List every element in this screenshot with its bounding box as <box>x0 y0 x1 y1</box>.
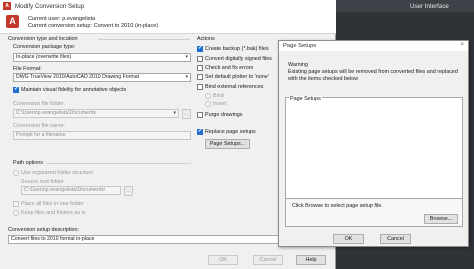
maintain-visual-fidelity-label: Maintain visual fidelity for annotative … <box>21 87 127 93</box>
check-fix-errors-label: Check and fix errors <box>205 65 254 71</box>
cancel-button[interactable]: Cancel <box>253 255 283 265</box>
file-format-label: File Format: <box>13 66 42 72</box>
maintain-visual-fidelity-checkbox[interactable] <box>13 86 19 93</box>
package-type-label: Conversion package type: <box>13 44 76 50</box>
current-setup-text: Current conversion setup: Convert to 201… <box>28 23 159 29</box>
group-divider <box>46 163 191 164</box>
keep-files-label: Keep files and folders as is <box>21 210 86 216</box>
convert-signed-checkbox[interactable] <box>197 56 203 62</box>
group-divider <box>98 39 190 40</box>
current-user-text: Current user: p.evangelista <box>28 16 96 22</box>
replace-page-setups-label: Replace page setups <box>205 129 256 135</box>
set-default-plotter-checkbox[interactable] <box>197 74 203 80</box>
package-type-select[interactable]: In-place (overwrite files) ▾ <box>13 53 191 62</box>
ok-button[interactable]: OK <box>208 255 238 265</box>
app-window-title: User Interface <box>410 3 449 10</box>
page-setups-list-header: Page Setups <box>289 96 322 102</box>
warning-box: Warning Existing page setups will be rem… <box>285 58 463 88</box>
page-setups-list[interactable]: Page Setups <box>285 96 463 199</box>
package-type-value: In-place (overwrite files) <box>16 54 72 60</box>
page-setups-ok-button[interactable]: OK <box>333 234 364 244</box>
source-root-value: C:\Users\p.evangelista\Documents\ <box>24 187 106 193</box>
path-options-group-title: Path options <box>13 160 43 166</box>
dropdown-arrow-icon: ▾ <box>185 54 188 60</box>
description-label: Conversion setup description: <box>8 227 80 233</box>
dialog-titlebar: A Modify Conversion Setup <box>0 0 336 12</box>
page-setups-titlebar: Page Setups × <box>279 41 468 51</box>
conversion-logo-icon: A <box>6 15 19 28</box>
dialog-title: Modify Conversion Setup <box>15 3 85 10</box>
browse-source-root-button[interactable]: ... <box>124 186 133 196</box>
place-all-files-checkbox[interactable] <box>13 201 19 207</box>
close-icon[interactable]: × <box>460 42 464 48</box>
browse-button[interactable]: Browse... <box>424 214 458 224</box>
file-format-select[interactable]: DWG TrueView 2010/AutoCAD 2010 Drawing F… <box>13 73 191 82</box>
source-root-label: Source root folder <box>21 179 64 185</box>
warning-title: Warning <box>288 62 308 68</box>
use-organized-label: Use organized folder structure <box>21 170 94 176</box>
help-button[interactable]: Help <box>296 255 326 265</box>
source-root-field[interactable]: C:\Users\p.evangelista\Documents\ <box>21 186 121 195</box>
replace-page-setups-checkbox[interactable] <box>197 128 203 135</box>
browse-folder-button[interactable]: ... <box>182 109 191 119</box>
app-top-bar <box>330 0 474 12</box>
conversion-type-group-title: Conversion type and location <box>8 36 78 42</box>
actions-group-title: Actions <box>197 36 215 42</box>
bind-xrefs-checkbox[interactable] <box>197 84 203 90</box>
file-format-value: DWG TrueView 2010/AutoCAD 2010 Drawing F… <box>16 74 140 80</box>
app-logo-icon: A <box>3 2 11 10</box>
bind-radio[interactable] <box>205 93 211 99</box>
page-setups-cancel-button[interactable]: Cancel <box>380 234 411 244</box>
dropdown-arrow-icon: ▾ <box>173 110 176 116</box>
bind-label: Bind <box>213 93 224 99</box>
page-setups-button[interactable]: Page Setups... <box>205 139 250 149</box>
purge-drawings-checkbox[interactable] <box>197 112 203 118</box>
description-value: Convert files to 2010 format in-place <box>11 236 95 242</box>
keep-files-radio[interactable] <box>13 210 19 216</box>
create-backup-checkbox[interactable] <box>197 45 203 52</box>
warning-text-line-1: Existing page setups will be removed fro… <box>288 69 458 75</box>
convert-signed-label: Convert digitally signed files <box>205 56 272 62</box>
conversion-folder-value: C:\Users\p.evangelista\Documents <box>16 110 96 116</box>
browse-hint: Click Browse to select page setup file. <box>292 203 383 209</box>
dropdown-arrow-icon: ▾ <box>185 74 188 80</box>
insert-radio[interactable] <box>205 101 211 107</box>
dialog-header: A Current user: p.evangelista Current co… <box>0 12 336 34</box>
set-default-plotter-label: Set default plotter to 'none' <box>205 74 269 80</box>
conversion-filename-value: Prompt for a filename <box>16 132 66 138</box>
page-setups-footer: Click Browse to select page setup file. … <box>285 199 463 227</box>
use-organized-radio[interactable] <box>13 170 19 176</box>
purge-drawings-label: Purge drawings <box>205 112 243 118</box>
place-all-files-label: Place all files in one folder <box>21 201 84 207</box>
bind-xrefs-label: Bind external references <box>205 84 264 90</box>
create-backup-label: Create backup (*.bak) files <box>205 46 269 52</box>
warning-text-line-2: with the items checked below <box>288 76 359 82</box>
insert-label: Insert <box>213 101 227 107</box>
page-setups-dialog: Page Setups × Warning Existing page setu… <box>278 40 469 247</box>
conversion-filename-field[interactable]: Prompt for a filename <box>13 131 191 140</box>
check-fix-errors-checkbox[interactable] <box>197 65 203 71</box>
conversion-filename-label: Conversion file name: <box>13 123 66 129</box>
conversion-folder-label: Conversion file folder: <box>13 101 66 107</box>
page-setups-title: Page Setups <box>283 43 317 49</box>
conversion-folder-field[interactable]: C:\Users\p.evangelista\Documents ▾ <box>13 109 179 118</box>
